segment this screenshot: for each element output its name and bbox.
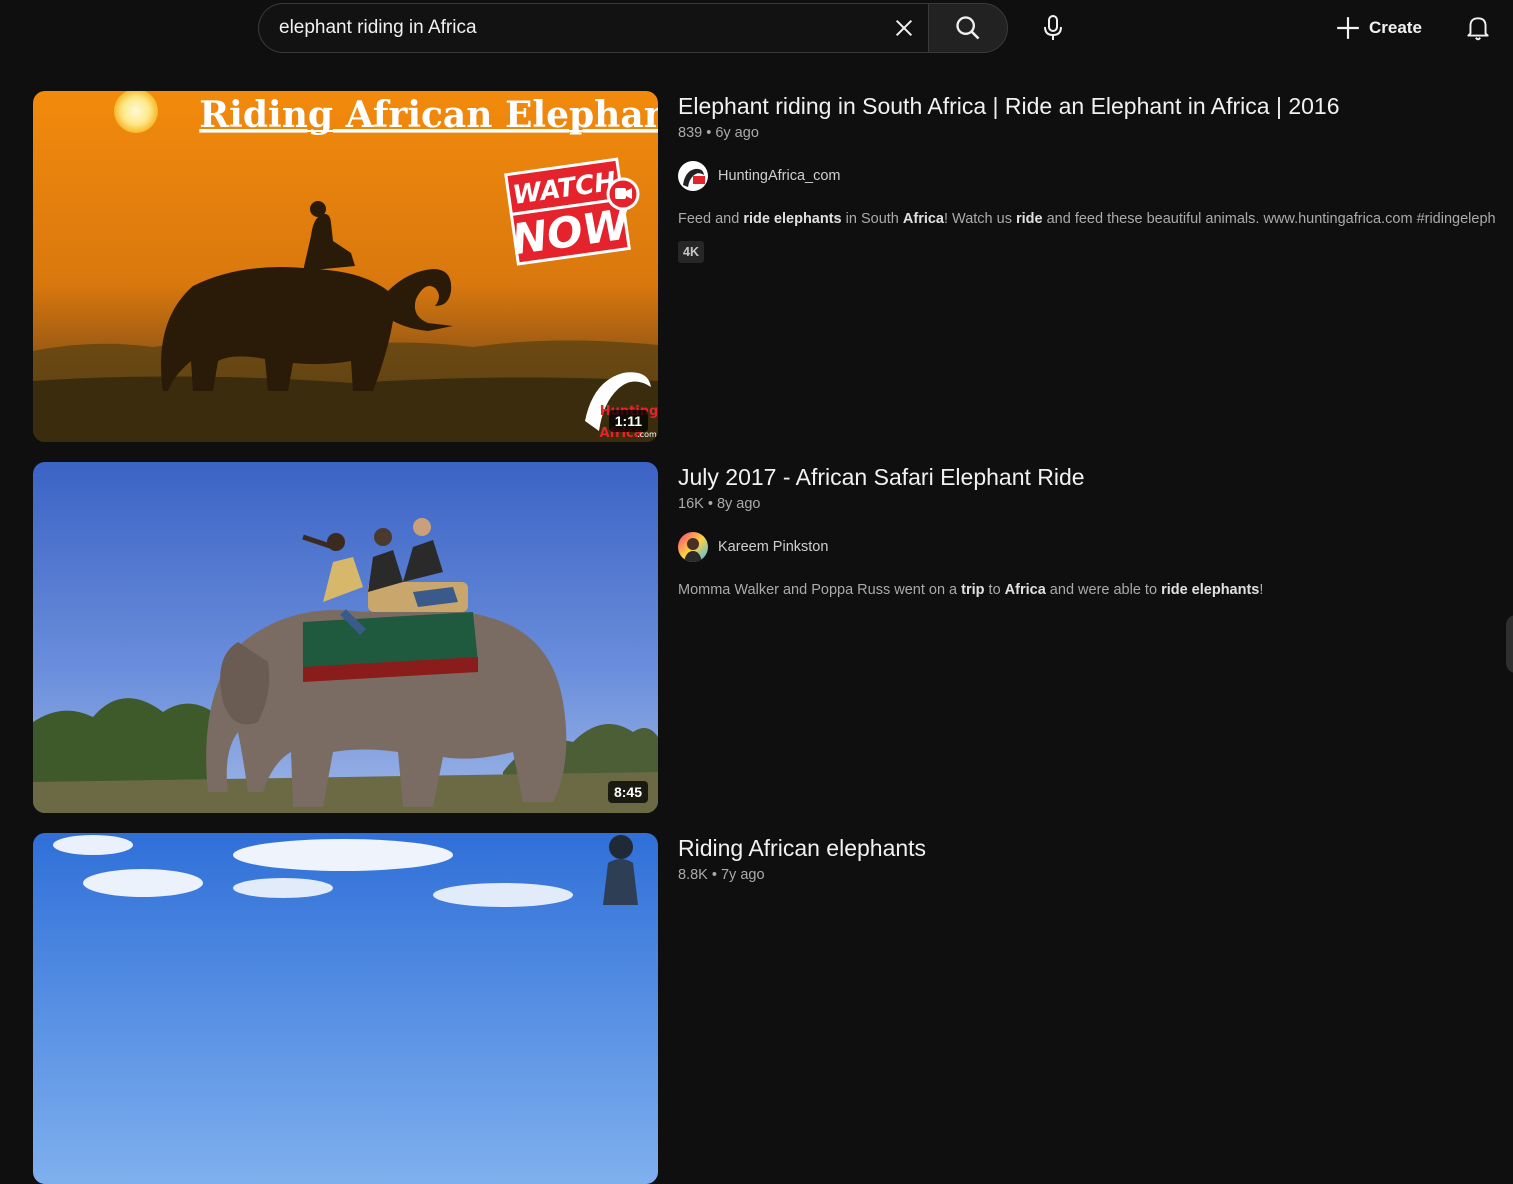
scroll-next-button[interactable] (1506, 615, 1513, 673)
channel-link[interactable]: HuntingAfrica_com (678, 161, 1513, 191)
notifications-button[interactable] (1456, 6, 1500, 50)
meta-separator: • (711, 867, 721, 883)
video-title[interactable]: July 2017 - African Safari Elephant Ride (678, 462, 1513, 492)
voice-search-button[interactable] (1030, 5, 1076, 51)
channel-name: HuntingAfrica_com (718, 168, 841, 184)
bell-icon (1467, 17, 1489, 41)
video-duration: 8:45 (607, 781, 648, 803)
desc-highlight: Africa (1004, 582, 1046, 598)
desc-text: to (984, 582, 1005, 598)
channel-link[interactable]: Kareem Pinkston (678, 532, 1513, 562)
thumbnail-image: Riding African Elephants WATCH NOW Hunti… (33, 91, 658, 442)
clear-search-button[interactable] (880, 4, 928, 52)
video-meta: 839 • 6y ago (678, 125, 1513, 141)
channel-name: Kareem Pinkston (718, 539, 829, 555)
video-result: 8:45 July 2017 - African Safari Elephant… (33, 462, 1513, 813)
desc-text: ! Watch us (944, 211, 1016, 227)
video-description: Feed and ride elephants in South Africa!… (678, 211, 1513, 227)
video-info: July 2017 - African Safari Elephant Ride… (678, 462, 1513, 598)
video-title[interactable]: Riding African elephants (678, 833, 1513, 863)
desc-highlight: ride elephants (1161, 582, 1260, 598)
video-thumbnail[interactable]: 8:45 (33, 462, 658, 813)
desc-text: and were able to (1045, 582, 1162, 598)
thumbnail-image (33, 833, 658, 1184)
upload-age: 7y ago (720, 867, 765, 883)
thumbnail-image (33, 462, 658, 813)
search-button[interactable] (928, 3, 1008, 53)
meta-separator: • (707, 496, 717, 512)
desc-highlight: Africa (902, 211, 944, 227)
video-title[interactable]: Elephant riding in South Africa | Ride a… (678, 91, 1513, 121)
video-thumbnail[interactable] (33, 833, 658, 1184)
channel-avatar (678, 161, 708, 191)
search-input[interactable] (259, 4, 880, 52)
video-meta: 8.8K • 7y ago (678, 867, 1513, 883)
close-icon (895, 19, 913, 37)
meta-separator: • (706, 125, 716, 141)
search-box (258, 3, 928, 53)
desc-highlight: ride elephants (743, 211, 842, 227)
view-count: 16K (678, 496, 704, 512)
quality-badge: 4K (678, 241, 704, 263)
upload-age: 8y ago (716, 496, 761, 512)
desc-text: and feed these beautiful animals. www.hu… (1042, 211, 1496, 227)
thumbnail-headline: Riding African Elephants (199, 94, 658, 136)
desc-text: in South (841, 211, 903, 227)
desc-highlight: ride (1015, 211, 1043, 227)
mic-icon (1044, 15, 1062, 40)
desc-text: Feed and (678, 211, 744, 227)
video-meta: 16K • 8y ago (678, 496, 1513, 512)
video-description: Momma Walker and Poppa Russ went on a tr… (678, 582, 1513, 598)
video-info: Riding African elephants 8.8K • 7y ago (678, 833, 1513, 883)
video-result: Riding African elephants 8.8K • 7y ago (33, 833, 1513, 1184)
desc-text: Momma Walker and Poppa Russ went on a (678, 582, 962, 598)
create-button[interactable]: Create (1325, 8, 1436, 48)
desc-highlight: trip (961, 582, 985, 598)
view-count: 8.8K (678, 867, 708, 883)
channel-avatar (678, 532, 708, 562)
video-info: Elephant riding in South Africa | Ride a… (678, 91, 1513, 263)
upload-age: 6y ago (715, 125, 759, 141)
desc-text: ! (1259, 582, 1264, 598)
video-result: Riding African Elephants WATCH NOW Hunti… (33, 91, 1513, 442)
create-label: Create (1369, 18, 1422, 37)
video-thumbnail[interactable]: Riding African Elephants WATCH NOW Hunti… (33, 91, 658, 442)
search-icon (956, 16, 980, 40)
video-duration: 1:11 (608, 410, 648, 432)
masthead: Create (0, 0, 1513, 56)
plus-icon (1337, 17, 1359, 39)
view-count: 839 (678, 125, 703, 141)
